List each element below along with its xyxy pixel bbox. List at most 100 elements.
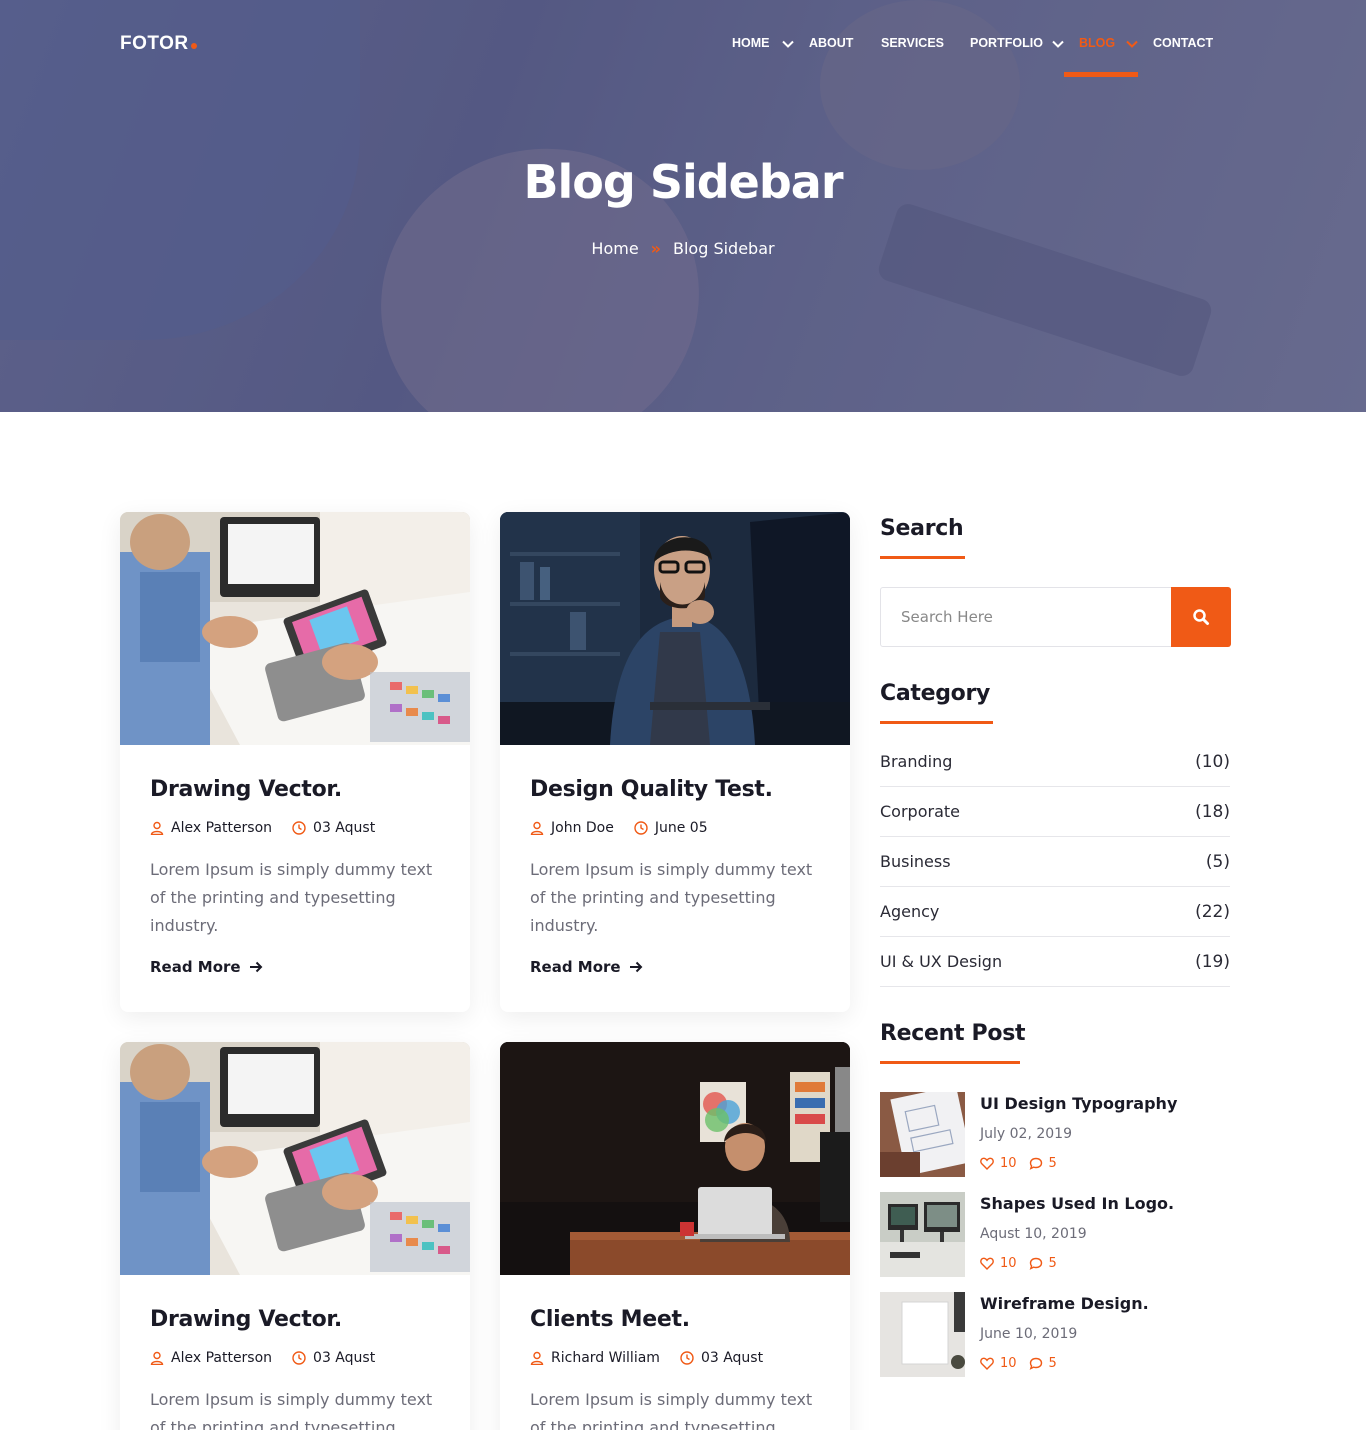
comment-icon[interactable] (1029, 1157, 1043, 1170)
heart-icon[interactable] (980, 1157, 994, 1170)
post-body: Clients Meet. Richard William 03 Aqust L… (530, 1307, 830, 1430)
post-date: 03 Aqust (313, 820, 376, 836)
category-item[interactable]: UI & UX Design (19) (880, 937, 1230, 987)
category-item[interactable]: Branding (10) (880, 737, 1230, 787)
post-date: June 05 (654, 820, 708, 836)
nav-services[interactable]: SERVICES (881, 36, 944, 50)
comment-icon[interactable] (1029, 1257, 1043, 1270)
chevron-down-icon[interactable] (1125, 37, 1139, 51)
designer-tablet-image (120, 1042, 470, 1275)
post-thumbnail[interactable] (120, 512, 470, 745)
blog-card: Drawing Vector. Alex Patterson 03 Aqust … (120, 1042, 470, 1430)
category-name: Branding (880, 752, 953, 771)
post-body: Design Quality Test. John Doe June 05 Lo… (530, 777, 830, 976)
nav-home[interactable]: HOME (732, 36, 770, 50)
clock-icon (680, 1351, 694, 1365)
category-name: UI & UX Design (880, 952, 1003, 971)
category-count: (19) (1195, 951, 1230, 972)
search-form (880, 587, 1231, 647)
category-item[interactable]: Business (5) (880, 837, 1230, 887)
user-icon (530, 1351, 544, 1365)
logo-text: FOTOR (120, 33, 189, 54)
title-underline (880, 1061, 1020, 1064)
read-more-link[interactable]: Read More (150, 958, 450, 976)
post-thumbnail[interactable] (120, 1042, 470, 1275)
recent-post-widget-title: Recent Post (880, 1021, 1026, 1046)
read-more-link[interactable]: Read More (530, 958, 830, 976)
clock-icon (634, 821, 648, 835)
post-thumbnail[interactable] (500, 512, 850, 745)
likes-count: 10 (1000, 1156, 1017, 1171)
post-author[interactable]: Richard William (551, 1350, 660, 1366)
post-title[interactable]: Drawing Vector. (150, 777, 450, 802)
recent-post-stats: 10 5 (980, 1356, 1057, 1371)
post-excerpt: Lorem Ipsum is simply dummy text of the … (530, 1390, 813, 1430)
nav-contact[interactable]: CONTACT (1153, 36, 1213, 50)
nav-portfolio[interactable]: PORTFOLIO (970, 36, 1043, 50)
heart-icon[interactable] (980, 1357, 994, 1370)
search-icon (1193, 609, 1209, 625)
title-underline (880, 556, 965, 559)
recent-post-title[interactable]: Shapes Used In Logo. (980, 1194, 1174, 1213)
comments-count: 5 (1048, 1256, 1057, 1271)
category-count: (5) (1205, 851, 1230, 872)
post-body: Drawing Vector. Alex Patterson 03 Aqust … (150, 1307, 450, 1430)
workspace-monitors-image (880, 1192, 965, 1277)
post-excerpt: Lorem Ipsum is simply dummy text of the … (530, 860, 813, 935)
title-underline (880, 721, 993, 724)
post-date: 03 Aqust (313, 1350, 376, 1366)
blog-card: Design Quality Test. John Doe June 05 Lo… (500, 512, 850, 1012)
category-widget-title: Category (880, 681, 991, 706)
blog-card: Clients Meet. Richard William 03 Aqust L… (500, 1042, 850, 1430)
category-item[interactable]: Agency (22) (880, 887, 1230, 937)
search-input[interactable] (881, 588, 1171, 646)
blog-card: Drawing Vector. Alex Patterson 03 Aqust … (120, 512, 470, 1012)
post-title[interactable]: Clients Meet. (530, 1307, 830, 1332)
nav-about[interactable]: ABOUT (809, 36, 853, 50)
recent-post-date: June 10, 2019 (980, 1326, 1078, 1342)
breadcrumb-current: Blog Sidebar (673, 239, 775, 258)
post-author[interactable]: Alex Patterson (171, 820, 272, 836)
nav-active-indicator (1064, 72, 1138, 77)
user-icon (150, 1351, 164, 1365)
category-item[interactable]: Corporate (18) (880, 787, 1230, 837)
category-count: (10) (1195, 751, 1230, 772)
post-author[interactable]: John Doe (551, 820, 614, 836)
clock-icon (292, 1351, 306, 1365)
recent-post-thumbnail[interactable] (880, 1092, 965, 1177)
recent-post-stats: 10 5 (980, 1156, 1057, 1171)
logo-dot (190, 43, 197, 49)
nav-blog[interactable]: BLOG (1079, 36, 1115, 50)
comment-icon[interactable] (1029, 1357, 1043, 1370)
recent-post-title[interactable]: Wireframe Design. (980, 1294, 1149, 1313)
recent-post-stats: 10 5 (980, 1256, 1057, 1271)
heart-icon[interactable] (980, 1257, 994, 1270)
recent-post-thumbnail[interactable] (880, 1192, 965, 1277)
post-meta: Alex Patterson 03 Aqust (150, 820, 450, 836)
page-title: Blog Sidebar (523, 155, 843, 209)
post-title[interactable]: Drawing Vector. (150, 1307, 450, 1332)
breadcrumb-home[interactable]: Home (591, 239, 638, 258)
site-logo[interactable]: FOTOR (120, 33, 197, 55)
double-chevron-right-icon: » (650, 239, 661, 258)
hero-banner: FOTOR HOME ABOUT SERVICES PORTFOLIO BLOG… (0, 0, 1366, 412)
post-excerpt: Lorem Ipsum is simply dummy text of the … (150, 860, 433, 935)
recent-post-date: July 02, 2019 (980, 1126, 1072, 1142)
chevron-down-icon[interactable] (1051, 37, 1065, 51)
post-excerpt: Lorem Ipsum is simply dummy text of the … (150, 1390, 433, 1430)
likes-count: 10 (1000, 1256, 1017, 1271)
post-title[interactable]: Design Quality Test. (530, 777, 830, 802)
user-icon (530, 821, 544, 835)
arrow-right-icon (249, 961, 263, 973)
post-thumbnail[interactable] (500, 1042, 850, 1275)
search-button[interactable] (1171, 587, 1231, 647)
recent-post-item: UI Design Typography July 02, 2019 10 5 (880, 1092, 1230, 1178)
recent-post-date: Aqust 10, 2019 (980, 1226, 1087, 1242)
recent-post-thumbnail[interactable] (880, 1292, 965, 1377)
wireframe-paper-image (880, 1292, 965, 1377)
man-thinking-desk-image (500, 512, 850, 745)
post-author[interactable]: Alex Patterson (171, 1350, 272, 1366)
recent-post-title[interactable]: UI Design Typography (980, 1094, 1177, 1113)
chevron-down-icon[interactable] (781, 37, 795, 51)
category-name: Business (880, 852, 951, 871)
